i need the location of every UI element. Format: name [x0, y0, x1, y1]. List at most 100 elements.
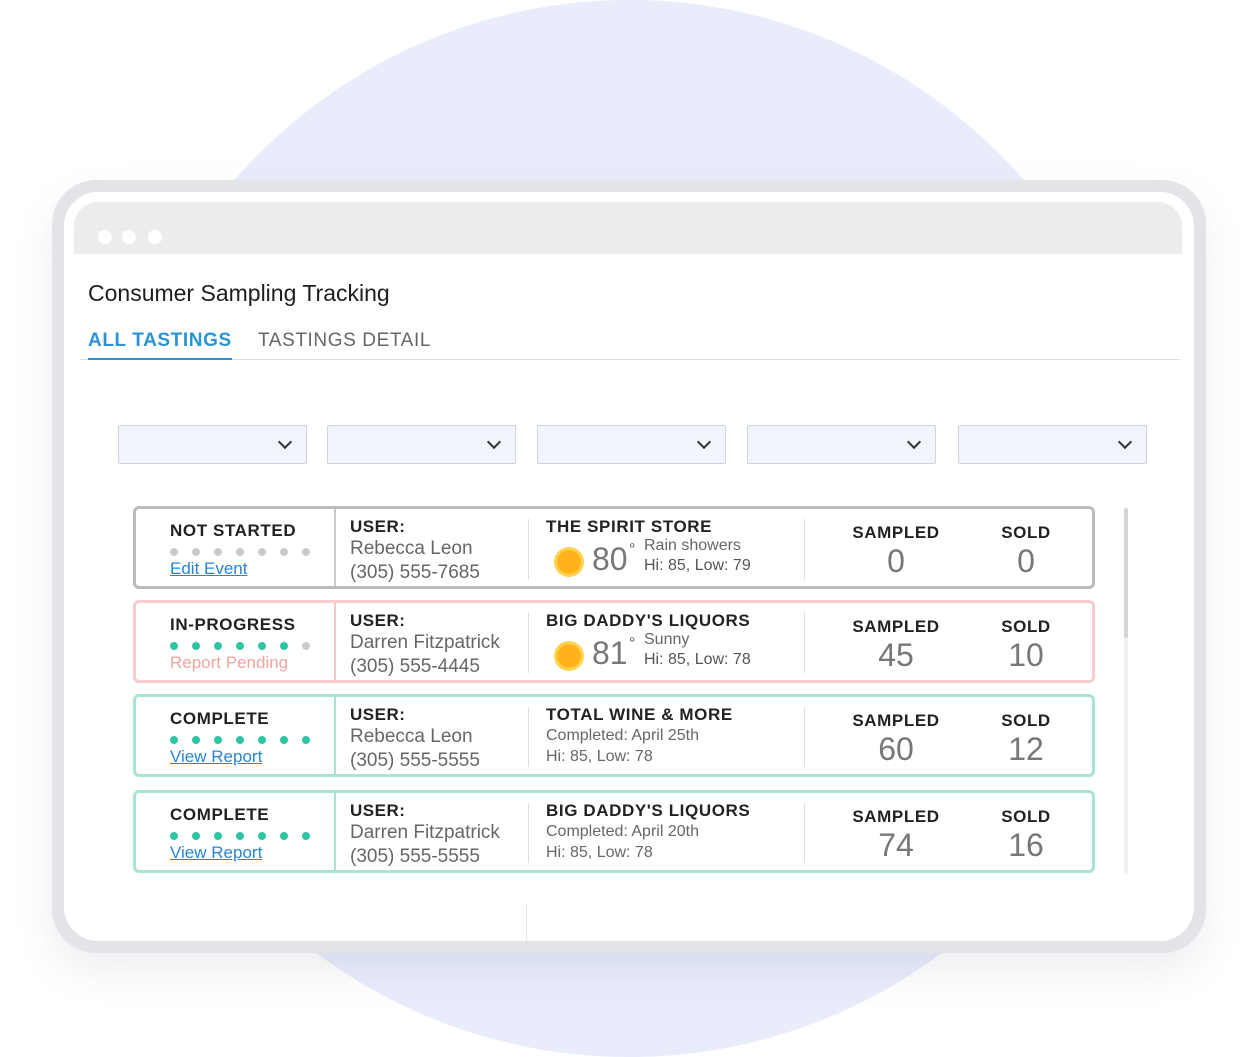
- store-name: TOTAL WINE & MORE: [546, 705, 733, 724]
- view-report-link[interactable]: View Report: [170, 747, 262, 767]
- temperature: 80: [592, 541, 628, 577]
- list-scrollbar[interactable]: [1124, 508, 1128, 874]
- decorative-divider: [526, 904, 527, 941]
- store-column: TOTAL WINE & MORE Completed: April 25th …: [546, 705, 801, 767]
- user-label: USER:: [350, 705, 406, 724]
- filter-dropdown-3[interactable]: [537, 425, 726, 464]
- tab-bar: ALL TASTINGS TASTINGS DETAIL: [80, 330, 1180, 360]
- progress-dot-pending: [258, 548, 266, 556]
- event-status-column: COMPLETE View Report: [136, 793, 336, 870]
- window-titlebar: [74, 202, 1182, 254]
- user-column: USER: Rebecca Leon (305) 555-5555: [350, 705, 530, 773]
- column-divider: [804, 707, 805, 767]
- user-column: USER: Rebecca Leon (305) 555-7685: [350, 517, 530, 585]
- progress-dot-complete: [236, 832, 244, 840]
- sold-metric: SOLD 10: [986, 617, 1066, 673]
- column-divider: [528, 707, 529, 767]
- event-status-column: COMPLETE View Report: [136, 697, 336, 774]
- progress-dot-complete: [192, 736, 200, 744]
- filter-dropdown-1[interactable]: [118, 425, 307, 464]
- user-label: USER:: [350, 517, 406, 536]
- user-name: Darren Fitzpatrick: [350, 632, 500, 653]
- progress-dot-complete: [280, 642, 288, 650]
- sampled-value: 0: [887, 543, 905, 579]
- progress-dot-complete: [258, 832, 266, 840]
- view-report-link[interactable]: View Report: [170, 843, 262, 863]
- event-card[interactable]: COMPLETE View Report USER: Darren Fitzpa…: [133, 790, 1095, 873]
- event-card[interactable]: IN-PROGRESS Report Pending USER: Darren …: [133, 600, 1095, 683]
- sold-value: 10: [1008, 637, 1044, 673]
- column-divider: [528, 519, 529, 579]
- progress-dot-complete: [214, 736, 222, 744]
- progress-dot-complete: [302, 736, 310, 744]
- progress-dot-complete: [280, 832, 288, 840]
- window-dot-3: [148, 230, 162, 244]
- sun-icon: [554, 547, 584, 577]
- chevron-down-icon: [906, 434, 922, 450]
- scrollbar-thumb[interactable]: [1124, 508, 1128, 638]
- progress-dots: [170, 827, 324, 840]
- progress-dot-complete: [214, 642, 222, 650]
- progress-dot-pending: [236, 548, 244, 556]
- store-column: THE SPIRIT STORE 80 ° Rain showers Hi: 8…: [546, 517, 801, 583]
- progress-dot-complete: [192, 832, 200, 840]
- progress-dot-complete: [236, 642, 244, 650]
- progress-dot-complete: [170, 832, 178, 840]
- filter-dropdown-2[interactable]: [327, 425, 516, 464]
- report-pending-label: Report Pending: [170, 653, 289, 672]
- tab-tastings-detail[interactable]: TASTINGS DETAIL: [258, 330, 431, 352]
- status-label: IN-PROGRESS: [170, 615, 296, 634]
- user-label: USER:: [350, 801, 406, 820]
- app-window: Consumer Sampling Tracking ALL TASTINGS …: [64, 192, 1194, 941]
- user-column: USER: Darren Fitzpatrick (305) 555-4445: [350, 611, 530, 679]
- progress-dot-pending: [170, 548, 178, 556]
- column-divider: [804, 803, 805, 863]
- column-divider: [804, 519, 805, 579]
- sampled-metric: SAMPLED 0: [846, 523, 946, 579]
- filter-dropdown-5[interactable]: [958, 425, 1147, 464]
- sold-label: SOLD: [1001, 807, 1051, 826]
- sold-label: SOLD: [1001, 711, 1051, 730]
- weather: 80 ° Rain showers Hi: 85, Low: 79: [546, 537, 801, 583]
- event-card[interactable]: NOT STARTED Edit Event USER: Rebecca Leo…: [133, 506, 1095, 589]
- weather: 81 ° Sunny Hi: 85, Low: 78: [546, 631, 801, 677]
- sampled-label: SAMPLED: [852, 807, 940, 826]
- completed-date: Completed: April 20th: [546, 823, 699, 840]
- event-card[interactable]: COMPLETE View Report USER: Rebecca Leon …: [133, 694, 1095, 777]
- user-phone: (305) 555-7685: [350, 562, 480, 583]
- sold-label: SOLD: [1001, 523, 1051, 542]
- user-phone: (305) 555-5555: [350, 750, 480, 771]
- event-status-column: NOT STARTED Edit Event: [136, 509, 336, 586]
- progress-dots: [170, 543, 324, 556]
- progress-dot-pending: [214, 548, 222, 556]
- chevron-down-icon: [277, 434, 293, 450]
- user-label: USER:: [350, 611, 406, 630]
- weather-condition: Sunny: [644, 631, 690, 648]
- progress-dot-pending: [280, 548, 288, 556]
- sampled-label: SAMPLED: [852, 617, 940, 636]
- progress-dot-pending: [302, 548, 310, 556]
- column-divider: [528, 613, 529, 673]
- user-column: USER: Darren Fitzpatrick (305) 555-5555: [350, 801, 530, 869]
- sampled-value: 60: [878, 731, 914, 767]
- filter-dropdown-4[interactable]: [747, 425, 936, 464]
- tab-all-tastings[interactable]: ALL TASTINGS: [88, 330, 232, 360]
- weather-condition: Rain showers: [644, 537, 741, 554]
- edit-event-link[interactable]: Edit Event: [170, 559, 248, 579]
- store-name: BIG DADDY'S LIQUORS: [546, 801, 751, 820]
- page-title: Consumer Sampling Tracking: [88, 280, 390, 306]
- weather-hi-low: Hi: 85, Low: 78: [546, 844, 653, 861]
- completed-date: Completed: April 25th: [546, 727, 699, 744]
- weather-hi-low: Hi: 85, Low: 79: [644, 557, 751, 574]
- status-label: COMPLETE: [170, 709, 270, 728]
- window-dot-2: [122, 230, 136, 244]
- user-phone: (305) 555-5555: [350, 846, 480, 867]
- sold-value: 16: [1008, 827, 1044, 863]
- chevron-down-icon: [696, 434, 712, 450]
- sold-value: 0: [1017, 543, 1035, 579]
- sampled-metric: SAMPLED 60: [846, 711, 946, 767]
- progress-dot-complete: [170, 736, 178, 744]
- weather-hi-low: Hi: 85, Low: 78: [644, 651, 751, 668]
- sold-value: 12: [1008, 731, 1044, 767]
- sampled-label: SAMPLED: [852, 523, 940, 542]
